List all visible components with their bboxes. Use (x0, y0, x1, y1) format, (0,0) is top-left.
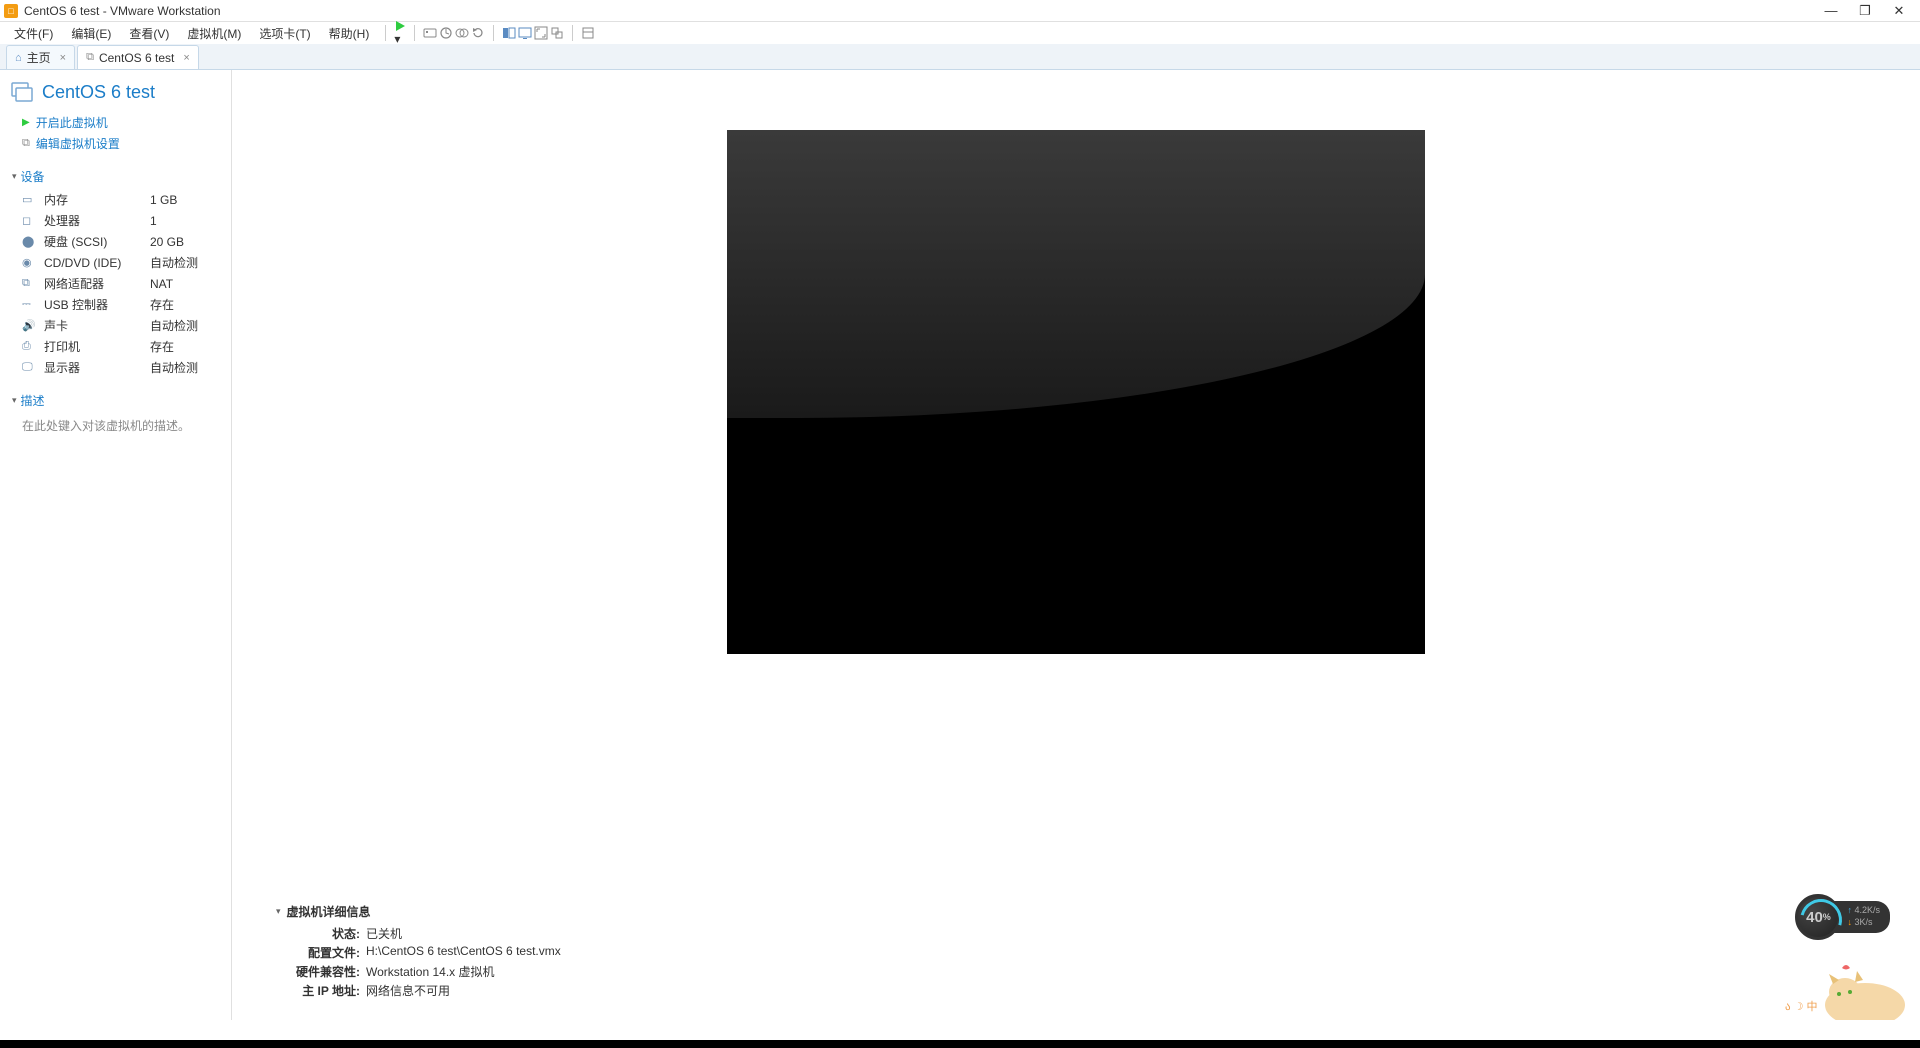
revert-snapshot-button[interactable] (471, 26, 485, 40)
menu-tabs[interactable]: 选项卡(T) (251, 23, 318, 44)
menu-vm[interactable]: 虚拟机(M) (179, 23, 249, 44)
maximize-button[interactable]: ❐ (1858, 3, 1872, 19)
minimize-button[interactable]: — (1824, 3, 1838, 19)
vm-details-title: 虚拟机详细信息 (287, 903, 371, 920)
vm-console-preview[interactable] (727, 130, 1425, 654)
detail-ip: 主 IP 地址: 网络信息不可用 (276, 981, 1900, 1000)
network-icon: ⧉ (22, 277, 36, 290)
disk-icon: ⬤ (22, 235, 36, 248)
detail-state: 状态: 已关机 (276, 924, 1900, 943)
devices-section-header[interactable]: ▾ 设备 (0, 154, 231, 189)
tabbar: ⌂ 主页 × ⧉ CentOS 6 test × (0, 44, 1920, 70)
gloss-overlay (727, 130, 1425, 418)
chevron-down-icon: ▾ (12, 395, 17, 406)
description-section-header[interactable]: ▾ 描述 (0, 378, 231, 413)
view-sidebar-button[interactable] (502, 26, 516, 40)
detail-config: 配置文件: H:\CentOS 6 test\CentOS 6 test.vmx (276, 943, 1900, 962)
chevron-down-icon: ▾ (12, 171, 17, 182)
device-usb[interactable]: ⎓ USB 控制器 存在 (0, 294, 231, 315)
system-monitor-widget[interactable]: 40% ↑ 4.2K/s ↓ 3K/s (1795, 894, 1890, 940)
vm-details-section: ▾ 虚拟机详细信息 状态: 已关机 配置文件: H:\CentOS 6 test… (232, 897, 1920, 1020)
edit-vm-link[interactable]: ⧉ 编辑虚拟机设置 (0, 133, 231, 154)
menu-view[interactable]: 查看(V) (121, 23, 177, 44)
memory-icon: ▭ (22, 193, 36, 206)
usb-icon: ⎓ (22, 298, 36, 311)
menu-file[interactable]: 文件(F) (6, 23, 61, 44)
vm-details-header[interactable]: ▾ 虚拟机详细信息 (276, 903, 1900, 920)
window-titlebar: □ CentOS 6 test - VMware Workstation — ❐… (0, 0, 1920, 22)
device-cpu[interactable]: ◻ 处理器 1 (0, 210, 231, 231)
library-button[interactable] (581, 26, 595, 40)
edit-vm-label: 编辑虚拟机设置 (36, 135, 120, 152)
description-section-label: 描述 (21, 392, 45, 409)
device-disk[interactable]: ⬤ 硬盘 (SCSI) 20 GB (0, 231, 231, 252)
start-vm-link[interactable]: ▶ 开启此虚拟机 (0, 112, 231, 133)
chevron-down-icon: ▾ (276, 906, 281, 917)
tab-vm-label: CentOS 6 test (99, 51, 174, 65)
device-memory[interactable]: ▭ 内存 1 GB (0, 189, 231, 210)
printer-icon: ⎙ (22, 340, 36, 353)
close-tab-icon[interactable]: × (183, 52, 189, 64)
separator (414, 25, 415, 41)
separator (385, 25, 386, 41)
detail-compat: 硬件兼容性: Workstation 14.x 虚拟机 (276, 962, 1900, 981)
devices-section-label: 设备 (21, 168, 45, 185)
separator (493, 25, 494, 41)
vm-title: CentOS 6 test (42, 82, 155, 103)
display-icon: 🖵 (22, 361, 36, 374)
tab-home[interactable]: ⌂ 主页 × (6, 45, 75, 69)
play-icon: ▶ (22, 117, 30, 128)
vm-large-icon (10, 80, 34, 104)
device-printer[interactable]: ⎙ 打印机 存在 (0, 336, 231, 357)
taskbar-edge (0, 1040, 1920, 1048)
send-ctrl-alt-del-button[interactable] (423, 26, 437, 40)
sound-icon: 🔊 (22, 319, 36, 332)
close-tab-icon[interactable]: × (60, 52, 66, 64)
device-network[interactable]: ⧉ 网络适配器 NAT (0, 273, 231, 294)
app-icon: □ (4, 4, 18, 18)
menu-help[interactable]: 帮助(H) (321, 23, 378, 44)
separator (572, 25, 573, 41)
cpu-usage-circle: 40% (1795, 894, 1841, 940)
main-panel: ▾ 虚拟机详细信息 状态: 已关机 配置文件: H:\CentOS 6 test… (232, 70, 1920, 1020)
snapshot-button[interactable] (439, 26, 453, 40)
view-fullscreen-button[interactable] (534, 26, 548, 40)
close-button[interactable]: ✕ (1892, 3, 1906, 19)
snapshot-manager-button[interactable] (455, 26, 469, 40)
cd-icon: ◉ (22, 256, 36, 269)
cpu-icon: ◻ (22, 214, 36, 227)
home-icon: ⌂ (15, 52, 22, 64)
menubar: 文件(F) 编辑(E) 查看(V) 虚拟机(M) 选项卡(T) 帮助(H) ▾ (0, 22, 1920, 44)
chevron-down-icon: ▾ (394, 32, 400, 46)
device-sound[interactable]: 🔊 声卡 自动检测 (0, 315, 231, 336)
menu-edit[interactable]: 编辑(E) (63, 23, 119, 44)
start-vm-label: 开启此虚拟机 (36, 114, 108, 131)
window-title: CentOS 6 test - VMware Workstation (24, 4, 221, 18)
device-cd[interactable]: ◉ CD/DVD (IDE) 自动检测 (0, 252, 231, 273)
vm-preview-area (232, 70, 1920, 897)
device-display[interactable]: 🖵 显示器 自动检测 (0, 357, 231, 378)
tab-home-label: 主页 (27, 49, 51, 66)
edit-icon: ⧉ (22, 137, 30, 150)
description-placeholder[interactable]: 在此处键入对该虚拟机的描述。 (0, 413, 231, 438)
view-console-button[interactable] (518, 26, 532, 40)
vm-header: CentOS 6 test (0, 76, 231, 112)
view-unity-button[interactable] (550, 26, 564, 40)
tab-vm[interactable]: ⧉ CentOS 6 test × (77, 45, 199, 69)
sidebar: CentOS 6 test ▶ 开启此虚拟机 ⧉ 编辑虚拟机设置 ▾ 设备 ▭ … (0, 70, 232, 1020)
power-on-button[interactable]: ▾ (394, 20, 406, 46)
vm-tab-icon: ⧉ (86, 51, 94, 64)
